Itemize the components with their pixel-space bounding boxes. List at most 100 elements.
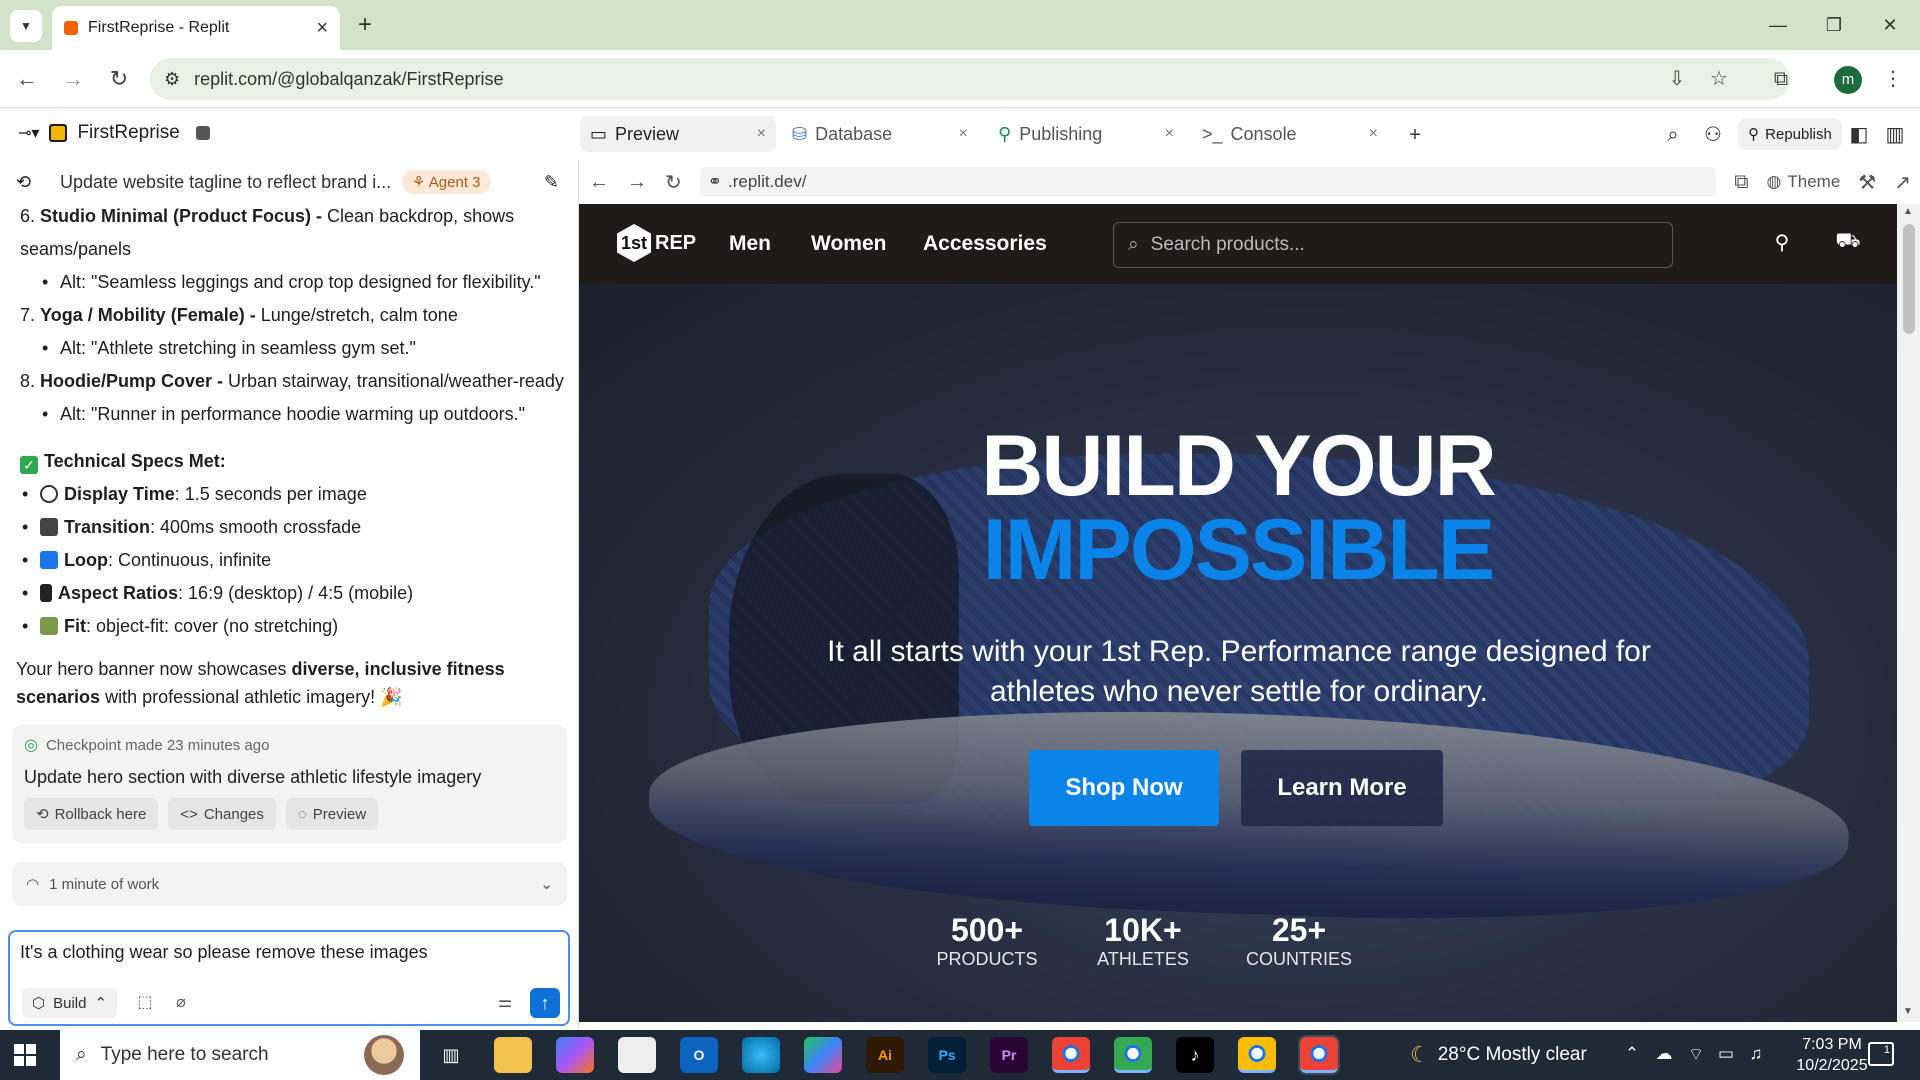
back-icon[interactable]: ← xyxy=(589,171,609,194)
preview-button[interactable]: ◌ Preview xyxy=(285,798,379,830)
battery-icon[interactable]: ▭ xyxy=(1714,1044,1738,1064)
tab-preview[interactable]: ▭ Preview × xyxy=(580,116,776,152)
tab-publishing[interactable]: ⚲ Publishing × xyxy=(988,116,1184,152)
send-button[interactable]: ↑ xyxy=(530,988,560,1018)
search-icon[interactable]: ⌕ xyxy=(1660,122,1686,148)
taskbar-clock[interactable]: 7:03 PM 10/2/2025 xyxy=(1782,1034,1882,1076)
extensions-icon[interactable]: ⧉ xyxy=(1766,64,1796,94)
layout-toggle-icon[interactable]: ▥ xyxy=(1882,122,1908,148)
microsoft-store-icon[interactable] xyxy=(618,1037,656,1073)
site-search-input[interactable] xyxy=(1150,234,1631,256)
forward-button[interactable]: → xyxy=(58,64,88,94)
volume-icon[interactable]: ♫ xyxy=(1744,1044,1768,1064)
weather-widget[interactable]: ☾ 28°C Mostly clear xyxy=(1410,1030,1587,1080)
photoshop-icon[interactable]: Ps xyxy=(928,1037,966,1073)
copilot-icon[interactable] xyxy=(556,1037,594,1073)
notification-icon[interactable]: 1 xyxy=(1868,1042,1894,1066)
cart-icon[interactable]: ⛟ xyxy=(1835,230,1861,255)
open-external-icon[interactable]: ↗ xyxy=(1894,170,1911,195)
scroll-down-icon[interactable]: ▼ xyxy=(1903,1006,1913,1017)
nav-link-accessories[interactable]: Accessories xyxy=(923,232,1047,256)
illustrator-icon[interactable]: Ai xyxy=(866,1037,904,1073)
back-button[interactable]: ← xyxy=(12,64,42,94)
restore-button[interactable]: ❐ xyxy=(1814,10,1854,40)
close-icon[interactable]: × xyxy=(1369,125,1378,143)
chat-input[interactable] xyxy=(20,942,560,972)
preview-icon: ◌ xyxy=(297,805,307,823)
scroll-thumb[interactable] xyxy=(1903,224,1915,334)
browser-tab-active[interactable]: FirstReprise - Replit × xyxy=(52,6,340,50)
nav-link-women[interactable]: Women xyxy=(811,232,886,256)
chevron-down-icon[interactable]: ⌄ xyxy=(540,875,553,893)
browser-tab-title: FirstReprise - Replit xyxy=(88,19,230,36)
site-info-icon[interactable]: ⚙ xyxy=(164,69,180,90)
close-tab-icon[interactable]: × xyxy=(316,17,328,40)
forward-icon[interactable]: → xyxy=(627,171,647,194)
account-icon[interactable]: ⚲ xyxy=(1769,230,1795,255)
tab-console[interactable]: >_ Console × xyxy=(1192,116,1388,152)
stop-icon[interactable] xyxy=(195,126,210,140)
outlook-icon[interactable]: O xyxy=(680,1037,718,1073)
scroll-up-icon[interactable]: ▲ xyxy=(1903,206,1913,217)
build-mode-button[interactable]: ⬡ Build ⌃ xyxy=(22,988,118,1018)
chevron-up-icon[interactable]: ⌃ xyxy=(1620,1044,1644,1064)
work-summary-row[interactable]: ◠ 1 minute of work ⌄ xyxy=(12,862,567,906)
chrome-icon[interactable] xyxy=(1238,1037,1276,1073)
edge-icon[interactable] xyxy=(742,1037,780,1073)
tab-database[interactable]: ⛁ Database × xyxy=(782,116,978,152)
file-explorer-icon[interactable] xyxy=(494,1037,532,1073)
hero-section: BUILD YOUR IMPOSSIBLE It all starts with… xyxy=(579,284,1897,1022)
panels-icon[interactable]: ◧ xyxy=(1846,122,1872,148)
minimize-button[interactable]: — xyxy=(1758,10,1798,40)
history-icon[interactable]: ⟲ xyxy=(16,172,31,193)
close-icon[interactable]: × xyxy=(757,125,766,143)
changes-button[interactable]: <> Changes xyxy=(168,798,276,830)
wifi-icon[interactable]: ⌔ xyxy=(1684,1044,1708,1065)
site-logo[interactable]: 1st REP xyxy=(617,224,696,262)
hero-title: BUILD YOUR IMPOSSIBLE xyxy=(579,423,1897,593)
new-tab-button[interactable]: + xyxy=(350,10,380,40)
project-switcher[interactable]: ⊸▾ FirstReprise xyxy=(18,122,210,144)
task-view-icon[interactable]: ▥ xyxy=(432,1037,470,1073)
bookmark-star-icon[interactable]: ☆ xyxy=(1704,64,1734,94)
republish-button[interactable]: ⚲ Republish xyxy=(1738,118,1842,150)
specs-heading: ✓ Technical Specs Met: xyxy=(20,445,565,478)
learn-more-button[interactable]: Learn More xyxy=(1241,750,1443,826)
site-navbar: 1st REP Men Women Accessories ⌕ ⚲ ⛟ xyxy=(579,204,1897,284)
reload-button[interactable]: ↻ xyxy=(104,64,134,94)
taskbar-search-input[interactable] xyxy=(100,1044,331,1066)
more-menu-icon[interactable]: ⋮ xyxy=(1878,64,1908,94)
windows-start-icon[interactable] xyxy=(14,1044,36,1066)
address-bar[interactable]: ⚙ replit.com/@globalqanzak/FirstReprise xyxy=(150,58,1790,100)
install-app-icon[interactable]: ⇩ xyxy=(1662,64,1692,94)
cloud-icon[interactable]: ☁ xyxy=(1652,1044,1676,1064)
close-icon[interactable]: × xyxy=(959,125,968,143)
wrench-icon[interactable]: ⚒ xyxy=(1858,170,1876,195)
attach-icon[interactable]: ⌀ xyxy=(168,990,194,1016)
shop-now-button[interactable]: Shop Now xyxy=(1029,750,1219,826)
devices-icon[interactable]: ⧉ xyxy=(1734,171,1748,194)
chrome-icon[interactable] xyxy=(1052,1037,1090,1073)
search-highlight-icon xyxy=(364,1035,404,1075)
sidebar-toggle-icon[interactable]: ⊸▾ xyxy=(18,123,39,143)
preview-scrollbar[interactable]: ▲ ▼ xyxy=(1897,204,1920,1022)
select-element-icon[interactable]: ⬚ xyxy=(132,990,158,1016)
chrome-icon[interactable] xyxy=(1298,1035,1340,1075)
tiktok-icon[interactable]: ♪ xyxy=(1176,1037,1214,1073)
profile-avatar[interactable]: m xyxy=(1834,66,1862,94)
m365-icon[interactable] xyxy=(804,1037,842,1073)
add-tab-icon[interactable]: + xyxy=(1402,122,1428,148)
premiere-icon[interactable]: Pr xyxy=(990,1037,1028,1073)
nav-link-men[interactable]: Men xyxy=(729,232,771,256)
chrome-icon[interactable] xyxy=(1114,1037,1152,1073)
close-window-button[interactable]: ✕ xyxy=(1870,10,1910,40)
close-icon[interactable]: × xyxy=(1165,125,1174,143)
rollback-button[interactable]: ⟲ Rollback here xyxy=(24,798,159,830)
invite-user-icon[interactable]: ⚇ xyxy=(1700,122,1726,148)
new-chat-icon[interactable]: ✎ xyxy=(544,172,559,193)
tab-search-button[interactable]: ▼ xyxy=(10,10,42,42)
theme-button[interactable]: ◍ Theme xyxy=(1767,172,1841,192)
settings-sliders-icon[interactable]: ⚌ xyxy=(492,990,518,1016)
refresh-icon[interactable]: ↻ xyxy=(665,170,682,195)
preview-url-bar[interactable]: ⚭ .replit.dev/ xyxy=(699,167,1717,197)
